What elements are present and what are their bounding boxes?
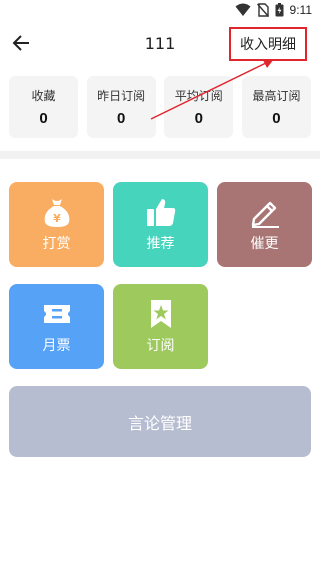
tile-label: 催更 bbox=[250, 236, 279, 252]
income-details-button[interactable]: 收入明细 bbox=[229, 27, 307, 61]
tile-label: 打赏 bbox=[42, 236, 71, 252]
status-icons: 9:11 bbox=[235, 3, 312, 17]
top-bar: 111 收入明细 bbox=[0, 24, 320, 64]
tile-monthly-ticket[interactable]: 月票 bbox=[9, 284, 104, 369]
tile-subscribe[interactable]: 订阅 bbox=[113, 284, 208, 369]
stat-label: 最高订阅 bbox=[252, 89, 301, 103]
speech-management-button[interactable]: 言论管理 bbox=[9, 386, 311, 457]
pencil-icon bbox=[251, 201, 279, 228]
stat-label: 收藏 bbox=[31, 89, 56, 103]
tile-label: 月票 bbox=[42, 338, 71, 354]
tile-label: 推荐 bbox=[146, 236, 175, 252]
ticket-icon bbox=[43, 305, 70, 323]
stats-row: 收藏 0 昨日订阅 0 平均订阅 0 最高订阅 0 bbox=[9, 76, 311, 138]
stat-card-average-subscriptions[interactable]: 平均订阅 0 bbox=[164, 76, 234, 138]
stat-card-favorites[interactable]: 收藏 0 bbox=[9, 76, 78, 138]
battery-icon bbox=[275, 3, 284, 17]
svg-text:¥: ¥ bbox=[53, 212, 61, 225]
section-divider bbox=[0, 151, 320, 159]
stat-label: 昨日订阅 bbox=[97, 89, 146, 103]
tile-recommend[interactable]: 推荐 bbox=[113, 182, 208, 267]
thumbs-up-icon bbox=[146, 199, 175, 226]
no-sim-icon bbox=[256, 3, 269, 17]
stat-value: 0 bbox=[116, 110, 126, 127]
tile-urge-update[interactable]: 催更 bbox=[217, 182, 312, 267]
stat-label: 平均订阅 bbox=[174, 89, 223, 103]
status-bar: 9:11 bbox=[0, 0, 320, 24]
stat-card-yesterday-subscriptions[interactable]: 昨日订阅 0 bbox=[86, 76, 156, 138]
wifi-icon bbox=[235, 3, 251, 16]
status-time: 9:11 bbox=[289, 3, 312, 17]
money-bag-icon: ¥ bbox=[44, 199, 69, 227]
stat-value: 0 bbox=[39, 110, 48, 127]
stat-value: 0 bbox=[272, 110, 281, 127]
tile-label: 订阅 bbox=[146, 338, 175, 354]
stat-value: 0 bbox=[194, 110, 203, 127]
stat-card-highest-subscriptions[interactable]: 最高订阅 0 bbox=[241, 76, 311, 138]
tile-tip[interactable]: ¥ 打赏 bbox=[9, 182, 104, 267]
bookmark-star-icon bbox=[150, 300, 171, 328]
